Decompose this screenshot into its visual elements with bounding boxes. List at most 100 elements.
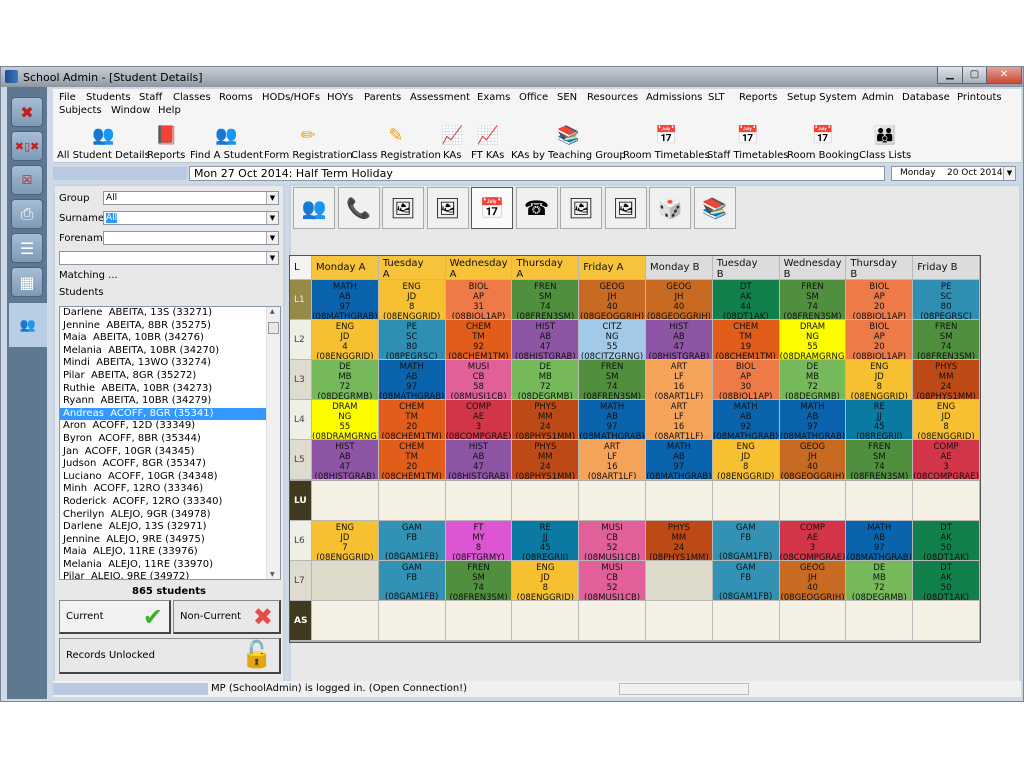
timetable-lesson-cell[interactable]: HIST AB 47 (08HISTGRAB) xyxy=(312,440,379,481)
menu-admin[interactable]: Admin xyxy=(862,92,894,103)
list-view-button[interactable]: ☰ xyxy=(11,233,43,263)
student-list-item[interactable]: Pilar ABEITA, 8GR (35272) xyxy=(60,370,266,383)
timetable-lesson-cell[interactable]: MATH AB 97 (08MATHGRAB) xyxy=(846,520,914,561)
timetable-lesson-cell[interactable]: DE MB 72 (08DEGRMB) xyxy=(846,560,914,601)
view-button-student-dice[interactable]: 🎲 xyxy=(649,187,691,229)
menu-classes[interactable]: Classes xyxy=(173,92,211,103)
timetable-lesson-cell[interactable]: FREN SM 74 (08FREN3SM) xyxy=(913,320,980,361)
timetable-lesson-cell[interactable]: BIOL AP 20 (08BIOL1AP) xyxy=(846,280,914,321)
timetable-lesson-cell[interactable]: MUSI CB 52 (08MUSI1CB) xyxy=(579,520,646,561)
student-list-item[interactable]: Roderick ACOFF, 12RO (33340) xyxy=(60,496,266,509)
timetable-lesson-cell[interactable]: BIOL AP 20 (08BIOL1AP) xyxy=(846,320,914,361)
student-list[interactable]: Darlene ABEITA, 13S (33271) Jennine ABEIT… xyxy=(59,306,281,580)
close-form-button[interactable]: ✖ xyxy=(11,97,43,127)
group-select[interactable]: All ▼ xyxy=(103,191,279,205)
student-list-item[interactable]: Luciano ACOFF, 10GR (34348) xyxy=(60,471,266,484)
timetable-lesson-cell[interactable]: FT MY 8 (08FTGRMY) xyxy=(445,520,513,561)
student-list-item[interactable]: Minh ACOFF, 12RO (33346) xyxy=(60,483,266,496)
timetable-lesson-cell[interactable]: DE MB 72 (08DEGRMB) xyxy=(779,360,847,401)
menu-office[interactable]: Office xyxy=(519,92,548,103)
timetable-lesson-cell[interactable]: DRAM NG 55 (08DRAMGRNG) xyxy=(312,400,379,441)
all-student-details-button[interactable]: 👥 All Student Details xyxy=(57,121,150,162)
timetable-lesson-cell[interactable]: MATH AB 97 (08MATHGRAB) xyxy=(646,440,713,481)
student-list-item[interactable]: Maia ABEITA, 10BR (34276) xyxy=(60,332,266,345)
chevron-down-icon[interactable]: ▼ xyxy=(266,212,278,224)
reports-button[interactable]: 📕 Reports xyxy=(147,121,185,162)
menu-exams[interactable]: Exams xyxy=(477,92,510,103)
student-list-scrollbar[interactable]: ▲ ▼ xyxy=(266,307,280,579)
timetable-lesson-cell[interactable]: GAM FB (08GAM1FB) xyxy=(712,560,780,601)
student-list-item[interactable]: Ryann ABEITA, 10BR (34279) xyxy=(60,395,266,408)
timetable-lesson-cell[interactable]: PE SC 80 (08PEGRSC) xyxy=(913,280,980,321)
room-timetables-button[interactable]: 📅 Room Timetables xyxy=(623,121,710,162)
scroll-down-icon[interactable]: ▼ xyxy=(270,571,275,578)
close-window-button[interactable]: ✕ xyxy=(986,67,1022,84)
timetable-lesson-cell[interactable]: DT AK 44 (08DT1AK) xyxy=(712,280,780,321)
student-list-item[interactable]: Jan ACOFF, 10GR (34345) xyxy=(60,446,266,459)
timetable-lesson-cell[interactable]: ENG JD 8 (08ENGGRJD) xyxy=(378,280,446,321)
timetable-lesson-cell[interactable]: FREN SM 74 (08FREN3SM) xyxy=(579,360,646,401)
timetable-lesson-cell[interactable]: ENG JD 8 (08ENGGRJD) xyxy=(846,360,914,401)
timetable-lesson-cell[interactable]: PHYS MM 24 (08PHYS1MM) xyxy=(913,360,980,401)
timetable-lesson-cell[interactable]: ENG JD 4 (08ENGGRJD) xyxy=(312,320,379,361)
maximize-button[interactable]: ▢ xyxy=(962,67,987,84)
timetable-lesson-cell[interactable]: ART LF 16 (08ART1LF) xyxy=(646,360,713,401)
menu-slt[interactable]: SLT xyxy=(708,92,725,103)
student-list-item[interactable]: Melania ALEJO, 11RE (33970) xyxy=(60,559,266,572)
student-list-item[interactable]: Maia ALEJO, 11RE (33976) xyxy=(60,546,266,559)
menu-window[interactable]: Window xyxy=(111,105,150,116)
timetable-lesson-cell[interactable]: RE JJ 45 (08REGRJJ) xyxy=(846,400,914,441)
timetable-lesson-cell[interactable]: DE MB 72 (08DEGRMB) xyxy=(512,360,580,401)
menu-students[interactable]: Students xyxy=(86,92,131,103)
view-button-student-contact[interactable]: ☎ xyxy=(515,187,558,229)
timetable-lesson-cell[interactable]: COMP AE 3 (08COMPGRAE) xyxy=(913,440,980,481)
timetable-lesson-cell[interactable]: CITZ NG 55 (08CITZGRNG) xyxy=(579,320,646,361)
student-list-item[interactable]: Jennine ABEITA, 8BR (35275) xyxy=(60,320,266,333)
date-select[interactable]: Monday 20 Oct 2014 ▼ xyxy=(891,166,1016,181)
student-list-item[interactable]: Judson ACOFF, 8GR (35347) xyxy=(60,458,266,471)
close-record-button[interactable]: ☒ xyxy=(11,165,43,195)
student-list-item[interactable]: Andreas ACOFF, 8GR (35341) xyxy=(60,407,266,421)
menu-reports[interactable]: Reports xyxy=(739,92,777,103)
timetable-lesson-cell[interactable]: GAM FB (08GAM1FB) xyxy=(378,560,446,601)
close-all-forms-button[interactable]: ✖▯✖ xyxy=(11,131,43,161)
timetable-lesson-cell[interactable]: COMP AE 3 (08COMPGRAE) xyxy=(779,520,847,561)
timetable-lesson-cell[interactable]: CHEM TM 20 (08CHEM1TM) xyxy=(378,400,446,441)
menu-setup-system[interactable]: Setup System xyxy=(787,92,857,103)
timetable-lesson-cell[interactable]: DE MB 72 (08DEGRMB) xyxy=(312,360,379,401)
ft-kas-button[interactable]: 📈 FT KAs xyxy=(471,121,504,162)
timetable-lesson-cell[interactable]: CHEM TM 20 (08CHEM1TM) xyxy=(378,440,446,481)
student-list-item[interactable]: Darlene ALEJO, 13S (32971) xyxy=(60,521,266,534)
timetable-lesson-cell[interactable]: GEOG JH 40 (08GEOGGRJH) xyxy=(779,560,847,601)
student-list-item[interactable]: Jennine ALEJO, 9RE (34975) xyxy=(60,534,266,547)
timetable-lesson-cell[interactable]: PHYS MM 24 (08PHYS1MM) xyxy=(512,440,580,481)
forename-select[interactable]: ▼ xyxy=(103,231,279,245)
timetable-lesson-cell[interactable]: MATH AB 92 (08MATHGRAB) xyxy=(712,400,780,441)
timetable-lesson-cell[interactable]: DT AK 50 (08DT1AK) xyxy=(913,560,980,601)
minimize-button[interactable]: ▁ xyxy=(937,67,963,84)
timetable-lesson-cell[interactable]: CHEM TM 19 (08CHEM1TM) xyxy=(712,320,780,361)
menu-sen[interactable]: SEN xyxy=(557,92,577,103)
chevron-down-icon[interactable]: ▼ xyxy=(266,192,278,204)
menu-subjects[interactable]: Subjects xyxy=(59,105,102,116)
student-list-item[interactable]: Ruthie ABEITA, 10BR (34273) xyxy=(60,383,266,396)
timetable-lesson-cell[interactable]: COMP AE 3 (08COMPGRAE) xyxy=(445,400,513,441)
extra-filter-select[interactable]: ▼ xyxy=(59,251,279,265)
timetable-lesson-cell[interactable]: BIOL AP 31 (08BIOL1AP) xyxy=(445,280,513,321)
view-button-student-books[interactable]: 📚 xyxy=(693,187,736,229)
menu-assessment[interactable]: Assessment xyxy=(410,92,470,103)
timetable-lesson-cell[interactable]: BIOL AP 30 (08BIOL1AP) xyxy=(712,360,780,401)
surname-select[interactable]: All ▼ xyxy=(103,211,279,225)
class-registration-button[interactable]: ✎ Class Registration xyxy=(351,121,441,162)
grid-view-button[interactable]: ▦ xyxy=(11,267,43,297)
scroll-thumb[interactable] xyxy=(268,322,279,334)
timetable-lesson-cell[interactable]: MUSI CB 52 (08MUSI1CB) xyxy=(579,560,646,601)
student-list-item[interactable]: Aron ACOFF, 12D (33349) xyxy=(60,420,266,433)
timetable-lesson-cell[interactable]: PE SC 80 (08PEGRSC) xyxy=(378,320,446,361)
timetable-lesson-cell[interactable]: ENG JD 8 (08ENGGRJD) xyxy=(512,560,580,601)
student-list-item[interactable]: Pilar ALEJO, 9RE (34972) xyxy=(60,571,266,579)
student-list-item[interactable]: Byron ACOFF, 8BR (35344) xyxy=(60,433,266,446)
student-details-window-button[interactable]: 👥 xyxy=(9,303,47,347)
timetable-lesson-cell[interactable]: ART LF 16 (08ART1LF) xyxy=(646,400,713,441)
menu-parents[interactable]: Parents xyxy=(364,92,401,103)
